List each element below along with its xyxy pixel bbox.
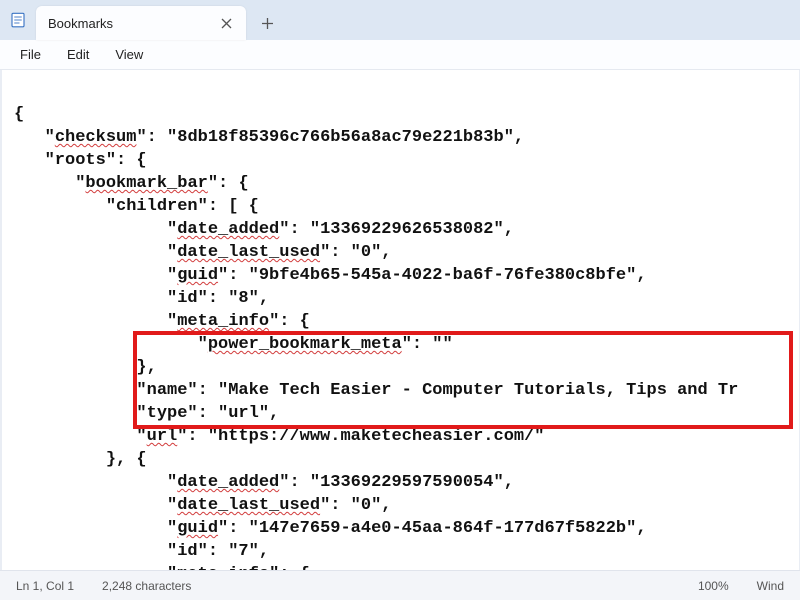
- editor-content[interactable]: { "checksum": "8db18f85396c766b56a8ac79e…: [0, 70, 800, 570]
- menu-file[interactable]: File: [8, 43, 53, 66]
- status-zoom[interactable]: 100%: [698, 579, 729, 593]
- menu-bar: File Edit View: [0, 40, 800, 70]
- app-icon: [0, 0, 36, 40]
- menu-edit[interactable]: Edit: [55, 43, 101, 66]
- tab-bookmarks[interactable]: Bookmarks: [36, 6, 246, 40]
- status-cursor-position: Ln 1, Col 1: [16, 579, 74, 593]
- status-platform: Wind: [757, 579, 784, 593]
- tab-title: Bookmarks: [48, 16, 113, 31]
- code-block: { "checksum": "8db18f85396c766b56a8ac79e…: [2, 80, 799, 570]
- status-char-count: 2,248 characters: [102, 579, 191, 593]
- status-bar: Ln 1, Col 1 2,248 characters 100% Wind: [0, 570, 800, 600]
- new-tab-button[interactable]: [250, 6, 284, 40]
- close-icon[interactable]: [218, 15, 234, 31]
- menu-view[interactable]: View: [103, 43, 155, 66]
- title-bar: Bookmarks: [0, 0, 800, 40]
